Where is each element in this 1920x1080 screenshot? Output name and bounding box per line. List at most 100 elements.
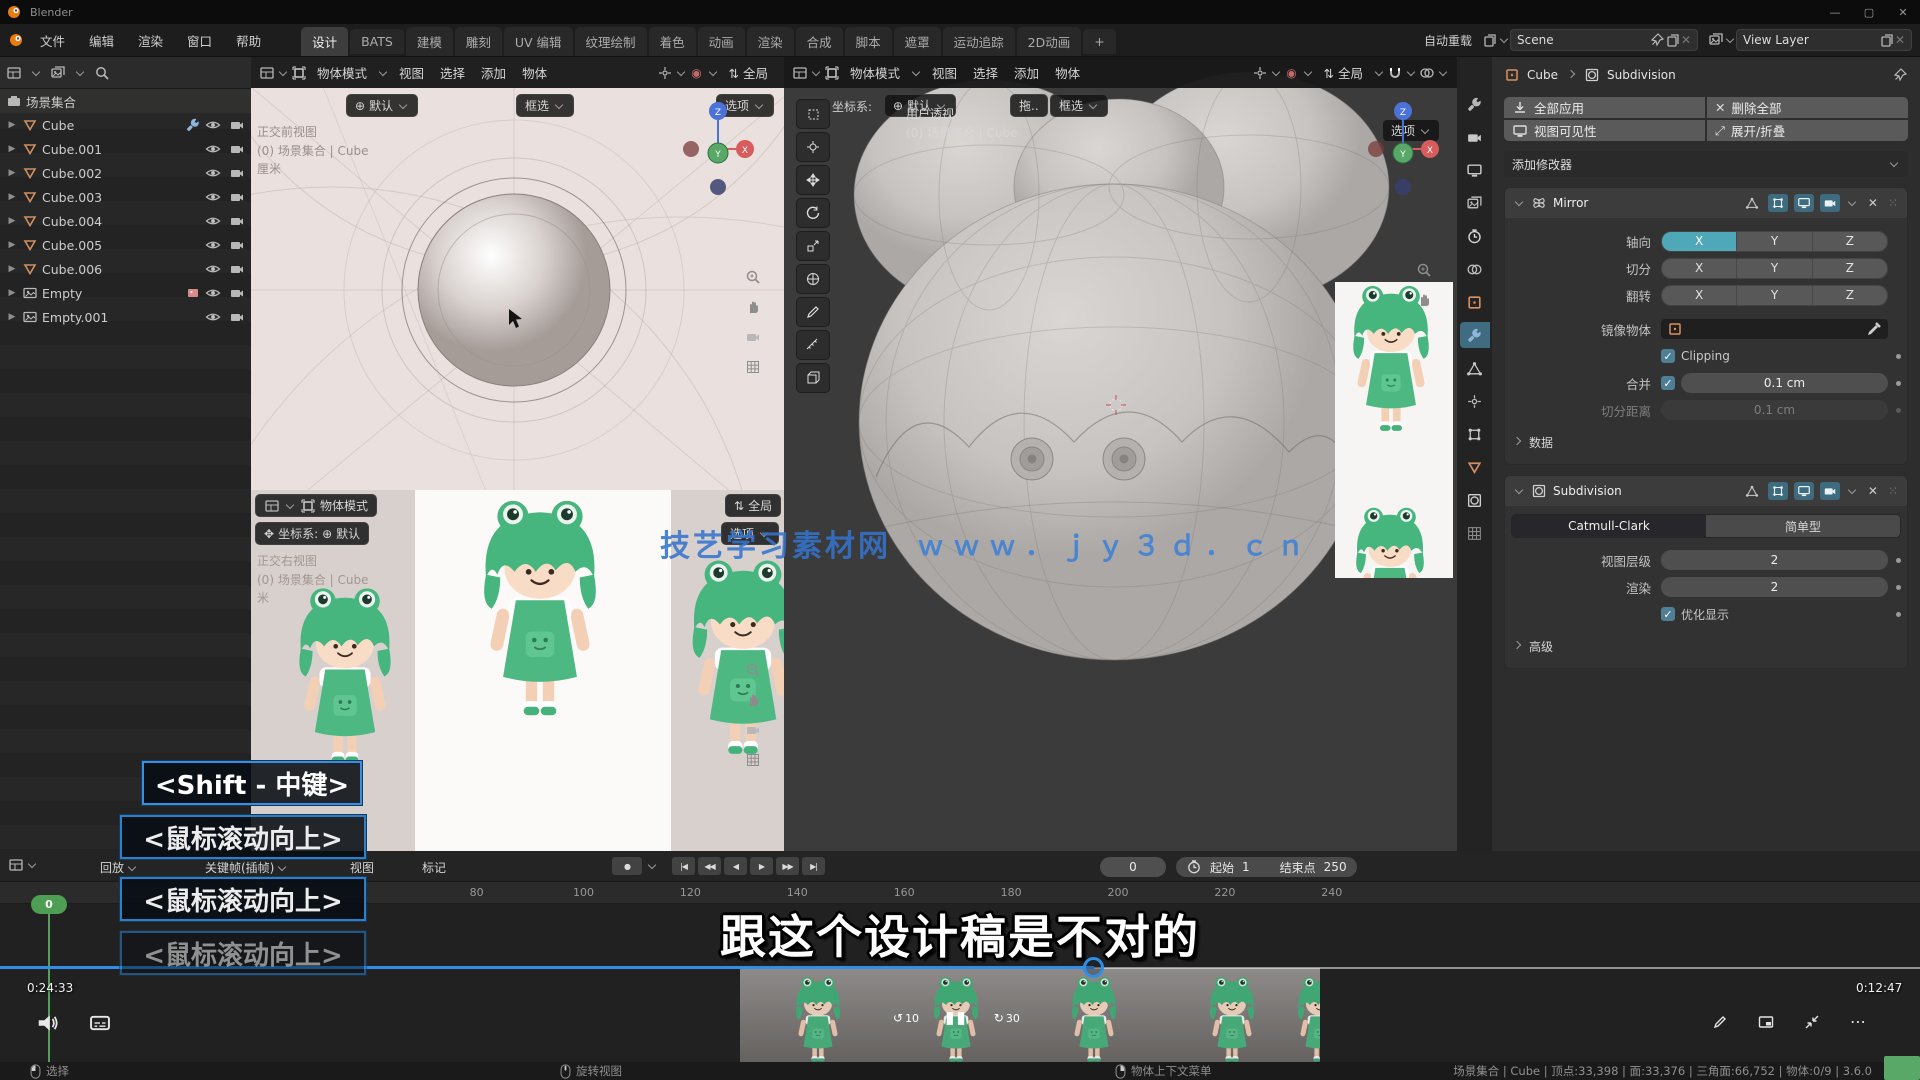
viewport-menu-添加[interactable]: 添加 <box>1006 60 1047 85</box>
properties-tab-physics[interactable] <box>1460 388 1490 414</box>
blender-menu-icon[interactable] <box>8 32 24 48</box>
start-value[interactable]: 1 <box>1242 860 1250 874</box>
expand-icon[interactable]: ▶ <box>6 144 18 154</box>
properties-tab-texture[interactable] <box>1460 520 1490 546</box>
remove-modifier-icon[interactable]: ✕ <box>1864 196 1882 210</box>
select-tool-dropdown[interactable]: 框选 <box>1050 94 1108 117</box>
add-workspace-button[interactable]: + <box>1083 29 1115 54</box>
optimal-display-checkbox[interactable]: ✓ <box>1661 607 1675 621</box>
properties-tab-object[interactable] <box>1460 289 1490 315</box>
workspace-tab[interactable]: 动画 <box>698 27 745 56</box>
workspace-tab[interactable]: BATS <box>350 29 404 54</box>
add-modifier-dropdown[interactable]: 添加修改器 <box>1504 151 1908 177</box>
viewport-menu-添加[interactable]: 添加 <box>473 60 514 85</box>
realtime-display-toggle[interactable] <box>1794 194 1814 212</box>
rotate-tool[interactable] <box>796 198 830 228</box>
collection-row[interactable]: 场景集合 <box>0 89 251 113</box>
disable-render-icon[interactable] <box>229 285 245 301</box>
more-options-icon[interactable]: ⋯ <box>1850 1012 1866 1031</box>
play-button[interactable]: ▶ <box>750 857 773 875</box>
workspace-tab[interactable]: 雕刻 <box>455 27 502 56</box>
record-button[interactable]: ● <box>612 857 642 875</box>
timeline-menu-标记[interactable]: 标记 <box>422 859 446 876</box>
disable-render-icon[interactable] <box>229 141 245 157</box>
axis-Y-button[interactable]: Y <box>1737 232 1812 251</box>
navigation-gizmo[interactable]: Z X Y <box>679 97 757 210</box>
levels-viewport-field[interactable]: 2 <box>1661 550 1888 570</box>
axis-X-button[interactable]: X <box>1662 259 1737 278</box>
axis-X-button[interactable]: X <box>1662 286 1737 305</box>
select-box-tool[interactable] <box>796 99 830 129</box>
play-reverse-button[interactable]: ◀ <box>724 857 747 875</box>
video-progress-remaining[interactable] <box>1094 967 1920 969</box>
modifier-name-field[interactable]: Subdivision <box>1553 484 1703 498</box>
hide-eye-icon[interactable] <box>205 165 221 181</box>
outliner-row[interactable]: ▶Cube.002 <box>0 161 251 185</box>
outliner-row[interactable]: ▶Cube.001 <box>0 137 251 161</box>
zoom-icon[interactable] <box>1416 262 1432 278</box>
workspace-tab[interactable]: 设计 <box>301 27 348 56</box>
pause-button[interactable]: ▮▮ <box>945 1008 968 1028</box>
jump-start-button[interactable]: |◀ <box>672 857 695 875</box>
disable-render-icon[interactable] <box>229 117 245 133</box>
remove-modifier-icon[interactable]: ✕ <box>1864 484 1882 498</box>
editor-type-icon[interactable] <box>264 498 280 514</box>
menu-渲染[interactable]: 渲染 <box>126 27 175 54</box>
prev-keyframe-button[interactable]: ◀◀ <box>698 857 721 875</box>
orientation-dropdown[interactable]: ⇅ 全局 <box>1316 60 1371 85</box>
workspace-tab[interactable]: 遮罩 <box>894 27 941 56</box>
video-corner-thumbnail[interactable] <box>1884 1056 1920 1080</box>
zoom-icon[interactable] <box>745 662 761 678</box>
annotate-tool[interactable] <box>796 297 830 327</box>
zoom-icon[interactable] <box>745 269 761 285</box>
timeline-menu-回放[interactable]: 回放 <box>100 859 138 876</box>
properties-tab-constraints[interactable] <box>1460 421 1490 447</box>
menu-文件[interactable]: 文件 <box>28 27 77 54</box>
view-layer-field[interactable]: View Layer ✕ <box>1736 29 1912 51</box>
camera-view-icon[interactable] <box>745 722 761 738</box>
workspace-tab[interactable]: 2D动画 <box>1017 27 1082 56</box>
mode-dropdown[interactable]: 物体模式 <box>842 60 908 85</box>
next-keyframe-button[interactable]: ▶▶ <box>776 857 799 875</box>
transform-pivot-icon[interactable] <box>657 65 673 81</box>
jump-end-button[interactable]: ▶| <box>802 857 825 875</box>
edit-mode-display-toggle[interactable] <box>1742 482 1762 500</box>
hide-eye-icon[interactable] <box>205 285 221 301</box>
realtime-display-toggle[interactable] <box>1794 482 1814 500</box>
advanced-section-header[interactable]: 高级 <box>1511 634 1901 658</box>
edit-mode-display-toggle[interactable] <box>1742 194 1762 212</box>
hide-eye-icon[interactable] <box>205 117 221 133</box>
drag-handle-icon[interactable]: ⁙ <box>1888 196 1899 210</box>
outliner-row[interactable]: ▶Cube.005 <box>0 233 251 257</box>
disable-render-icon[interactable] <box>229 261 245 277</box>
viewport-menu-视图[interactable]: 视图 <box>924 60 965 85</box>
end-value[interactable]: 250 <box>1324 860 1347 874</box>
current-frame-badge[interactable]: 0 <box>31 895 67 914</box>
scale-tool[interactable] <box>796 231 830 261</box>
transform-tool[interactable] <box>796 264 830 294</box>
minimize-button[interactable]: — <box>1818 0 1852 24</box>
pivot-dropdown[interactable]: ⊕ 默认 <box>884 94 956 117</box>
add-cube-tool[interactable] <box>796 363 830 393</box>
expand-icon[interactable]: ▶ <box>6 288 18 298</box>
breadcrumb-object[interactable]: Cube <box>1527 68 1558 82</box>
pan-hand-icon[interactable] <box>745 692 761 708</box>
properties-tab-world[interactable] <box>1460 256 1490 282</box>
pan-hand-icon[interactable] <box>745 299 761 315</box>
mode-dropdown[interactable]: 物体模式 <box>309 60 375 85</box>
disable-render-icon[interactable] <box>229 165 245 181</box>
properties-tab-tool[interactable] <box>1460 91 1490 117</box>
properties-tab-output[interactable] <box>1460 157 1490 183</box>
timeline-menu-关键帧(插帧)[interactable]: 关键帧(插帧) <box>205 859 288 876</box>
copy-icon[interactable] <box>1665 32 1681 48</box>
workspace-tab[interactable]: 着色 <box>649 27 696 56</box>
timeline-menu-视图[interactable]: 视图 <box>350 859 374 876</box>
render-display-toggle[interactable] <box>1820 194 1840 212</box>
viewport-visibility-button[interactable]: 视图可见性 <box>1504 120 1705 141</box>
viewport-menu-视图[interactable]: 视图 <box>391 60 432 85</box>
navigation-gizmo[interactable]: Z X Y <box>1364 97 1442 210</box>
merge-threshold-field[interactable]: 0.1 cm <box>1681 373 1888 393</box>
outliner-row[interactable]: ▶Empty.001 <box>0 305 251 329</box>
axis-Y-button[interactable]: Y <box>1737 259 1812 278</box>
pin-icon[interactable] <box>1892 67 1908 83</box>
